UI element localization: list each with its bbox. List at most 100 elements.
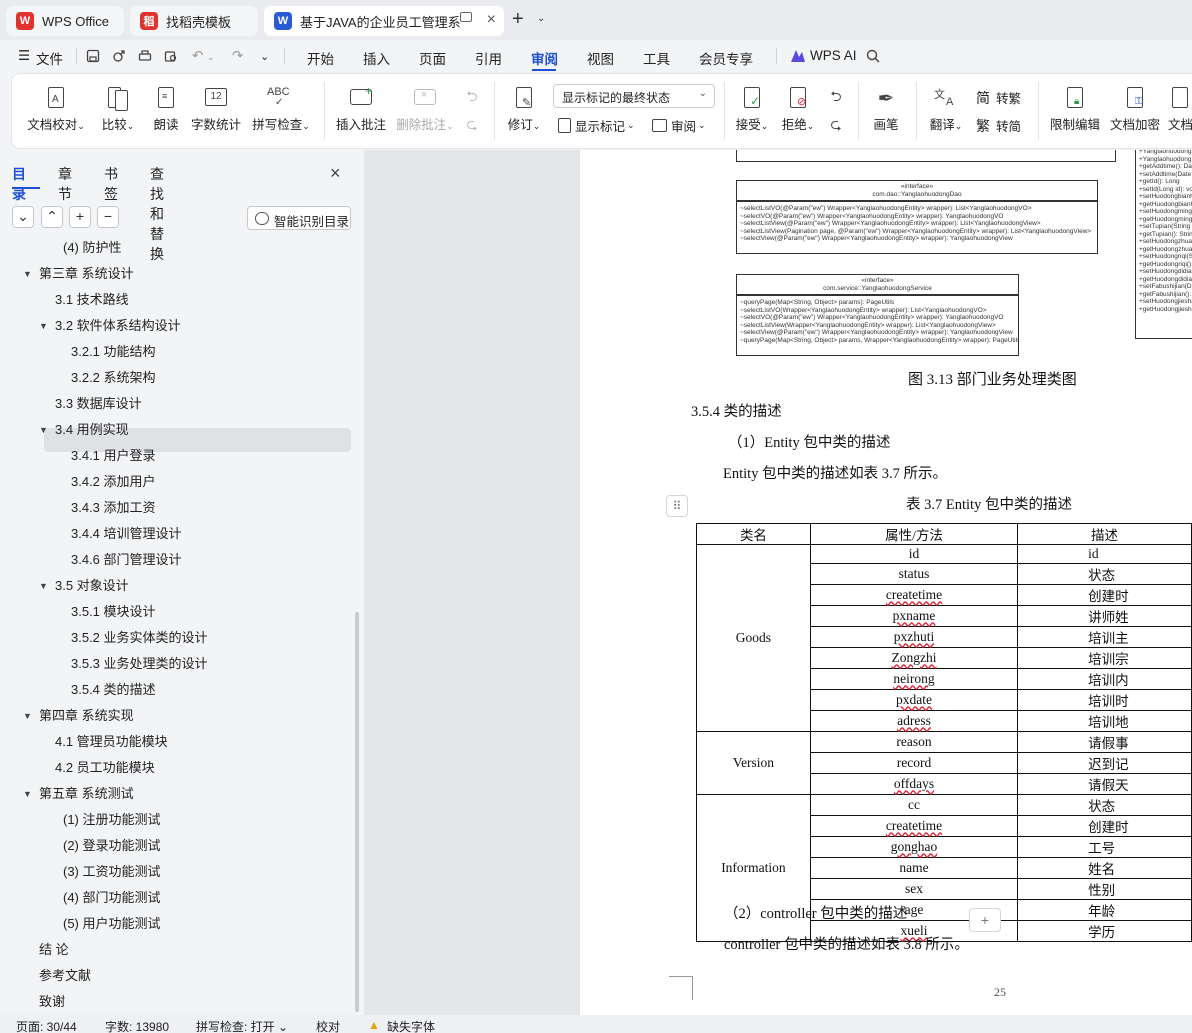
export-icon[interactable] [112, 49, 126, 63]
track-changes-button[interactable]: ✎ 修订⌄ [504, 86, 544, 133]
toc-item[interactable]: 3.5.2 业务实体类的设计 [71, 626, 208, 650]
collapse-down-icon[interactable]: ⌄ [12, 206, 34, 228]
toc-item[interactable]: 3.1 技术路线 [55, 288, 129, 312]
toc-item[interactable]: 3.5.3 业务处理类的设计 [71, 652, 208, 676]
toc-item[interactable]: 3.4.2 添加用户 [71, 470, 156, 494]
toc-item[interactable]: (4) 部门功能测试 [63, 886, 161, 910]
tab-bookmarks[interactable]: 书签 [104, 164, 118, 204]
print-icon[interactable] [138, 49, 152, 63]
toc-item[interactable]: 4.2 员工功能模块 [55, 756, 155, 780]
tab-current-document[interactable]: W 基于JAVA的企业员工管理系统 × [264, 6, 504, 36]
chevron-down-icon[interactable]: ⌄ [207, 52, 215, 63]
tab-toc[interactable]: 目录 [12, 164, 26, 204]
prev-change-button[interactable]: ⮌ [826, 86, 846, 108]
menu-references[interactable]: 引用 [475, 48, 502, 68]
close-pane-icon[interactable]: × [330, 163, 341, 184]
markup-state-select[interactable]: 显示标记的最终状态 ⌄ [553, 84, 715, 108]
toc-item[interactable]: 3.4.4 培训管理设计 [71, 522, 182, 546]
wps-ai-icon[interactable] [790, 49, 806, 63]
menu-start[interactable]: 开始 [307, 48, 334, 68]
expand-arrow-icon[interactable]: ▼ [39, 314, 48, 338]
toc-item[interactable]: ▼ 第四章 系统实现 [23, 704, 134, 728]
spell-check-indicator[interactable]: 拼写检查: 打开 ⌄ [196, 1018, 288, 1033]
print-preview-icon[interactable] [164, 49, 178, 63]
menu-view[interactable]: 视图 [587, 48, 614, 68]
undo-icon[interactable]: ↶ [192, 48, 203, 64]
monitor-icon[interactable] [460, 12, 472, 22]
menu-file[interactable]: 文件 [36, 48, 63, 68]
collapse-up-icon[interactable]: ⌃ [41, 206, 63, 228]
toc-item[interactable]: ▼ 第三章 系统设计 [23, 262, 134, 286]
toc-item[interactable]: (2) 登录功能测试 [63, 834, 161, 858]
table-drag-handle-icon[interactable]: ⠿ [666, 495, 688, 517]
smart-toc-button[interactable]: 智能识别目录 [247, 206, 351, 230]
chevron-down-icon[interactable]: ⌄ [537, 13, 545, 24]
toc-item[interactable]: ▼ 3.2 软件体系结构设计 [39, 314, 181, 338]
toc-item[interactable]: 3.5.4 类的描述 [71, 678, 156, 702]
toc-item[interactable]: (4) 防护性 [63, 238, 122, 260]
restrict-edit-button[interactable]: 🔒︎ 限制编辑 [1048, 86, 1102, 133]
expand-arrow-icon[interactable]: ▼ [23, 704, 32, 728]
read-aloud-button[interactable]: ≡ 朗读 [150, 86, 182, 133]
toc-item[interactable]: ▼ 3.4 用例实现 [39, 418, 129, 442]
search-icon[interactable] [866, 49, 880, 63]
expand-arrow-icon[interactable]: ▼ [23, 782, 32, 806]
menu-tools[interactable]: 工具 [643, 48, 670, 68]
delete-comment-button[interactable]: × 删除批注⌄ [394, 86, 456, 133]
to-simplified-button[interactable]: 繁 转简 [976, 116, 1021, 135]
menu-member[interactable]: 会员专享 [699, 48, 753, 68]
expand-arrow-icon[interactable]: ▼ [23, 262, 32, 286]
toc-item[interactable]: (5) 用户功能测试 [63, 912, 161, 936]
insert-comment-button[interactable]: + 插入批注 [334, 84, 388, 133]
compare-button[interactable]: 比较⌄ [96, 86, 140, 133]
toc-item[interactable]: 3.4.3 添加工资 [71, 496, 156, 520]
more-chevron-icon[interactable]: ⌄ [260, 50, 269, 63]
expand-arrow-icon[interactable]: ▼ [39, 418, 48, 442]
toc-item[interactable]: 3.4.6 部门管理设计 [71, 548, 182, 572]
prev-comment-button[interactable]: ⮌ [462, 86, 482, 108]
toc-item[interactable]: 结 论 [39, 938, 69, 962]
menu-wps-ai[interactable]: WPS AI [810, 48, 857, 63]
toc-item[interactable]: (1) 注册功能测试 [63, 808, 161, 832]
save-icon[interactable] [86, 49, 100, 63]
menu-insert[interactable]: 插入 [363, 48, 390, 68]
reject-button[interactable]: ⊘ 拒绝⌄ [778, 86, 818, 133]
pane-scrollbar[interactable] [355, 612, 359, 1012]
expand-arrow-icon[interactable]: ▼ [39, 574, 48, 598]
redo-icon[interactable]: ↷ [232, 48, 243, 64]
toc-item[interactable]: (3) 工资功能测试 [63, 860, 161, 884]
doc-check-button[interactable]: A 文档校对⌄ [26, 86, 86, 133]
add-row-plus-icon[interactable]: + [969, 908, 1001, 932]
word-count-indicator[interactable]: 字数: 13980 [105, 1018, 169, 1033]
toc-item[interactable]: 参考文献 [39, 964, 91, 988]
page-indicator[interactable]: 页面: 30/44 [16, 1018, 77, 1033]
hamburger-icon[interactable]: ☰ [18, 48, 30, 64]
toc-item[interactable]: 3.3 数据库设计 [55, 392, 142, 416]
add-heading-icon[interactable]: + [69, 206, 91, 228]
menu-review[interactable]: 审阅 [531, 48, 558, 68]
close-tab-icon[interactable]: × [487, 11, 496, 29]
missing-font-indicator[interactable]: 缺失字体 [387, 1018, 435, 1033]
tab-wps-office[interactable]: W WPS Office [6, 6, 124, 36]
toc-item[interactable]: 3.4.1 用户登录 [71, 444, 156, 468]
new-tab-plus-icon[interactable]: + [512, 8, 524, 31]
toc-item[interactable]: 4.1 管理员功能模块 [55, 730, 168, 754]
proofread-indicator[interactable]: 校对 [316, 1018, 340, 1033]
toc-item[interactable]: 致谢 [39, 990, 65, 1014]
toc-item[interactable]: ▼ 3.5 对象设计 [39, 574, 129, 598]
doc-encrypt-button[interactable]: ⚿ 文档加密 [1108, 86, 1162, 133]
spell-check-button[interactable]: ABC ✓ 拼写检查⌄ [250, 86, 312, 133]
show-markup-button[interactable]: 显示标记 ⌄ [558, 116, 635, 135]
toc-item[interactable]: 3.2.1 功能结构 [71, 340, 156, 364]
toc-item[interactable]: 3.5.1 模块设计 [71, 600, 156, 624]
next-comment-button[interactable]: ⮎ [462, 114, 482, 136]
tab-chapters[interactable]: 章节 [58, 164, 72, 204]
word-count-button[interactable]: 12 字数统计 [190, 86, 242, 133]
next-change-button[interactable]: ⮎ [826, 114, 846, 136]
to-traditional-button[interactable]: 简 转繁 [976, 88, 1021, 107]
pen-button[interactable]: ✒ 画笔 [870, 86, 902, 133]
toc-item[interactable]: ▼ 第五章 系统测试 [23, 782, 134, 806]
doc-more-button[interactable]: 文档 [1168, 86, 1192, 133]
accept-button[interactable]: ✓ 接受⌄ [732, 86, 772, 133]
toc-item[interactable]: 3.2.2 系统架构 [71, 366, 156, 390]
